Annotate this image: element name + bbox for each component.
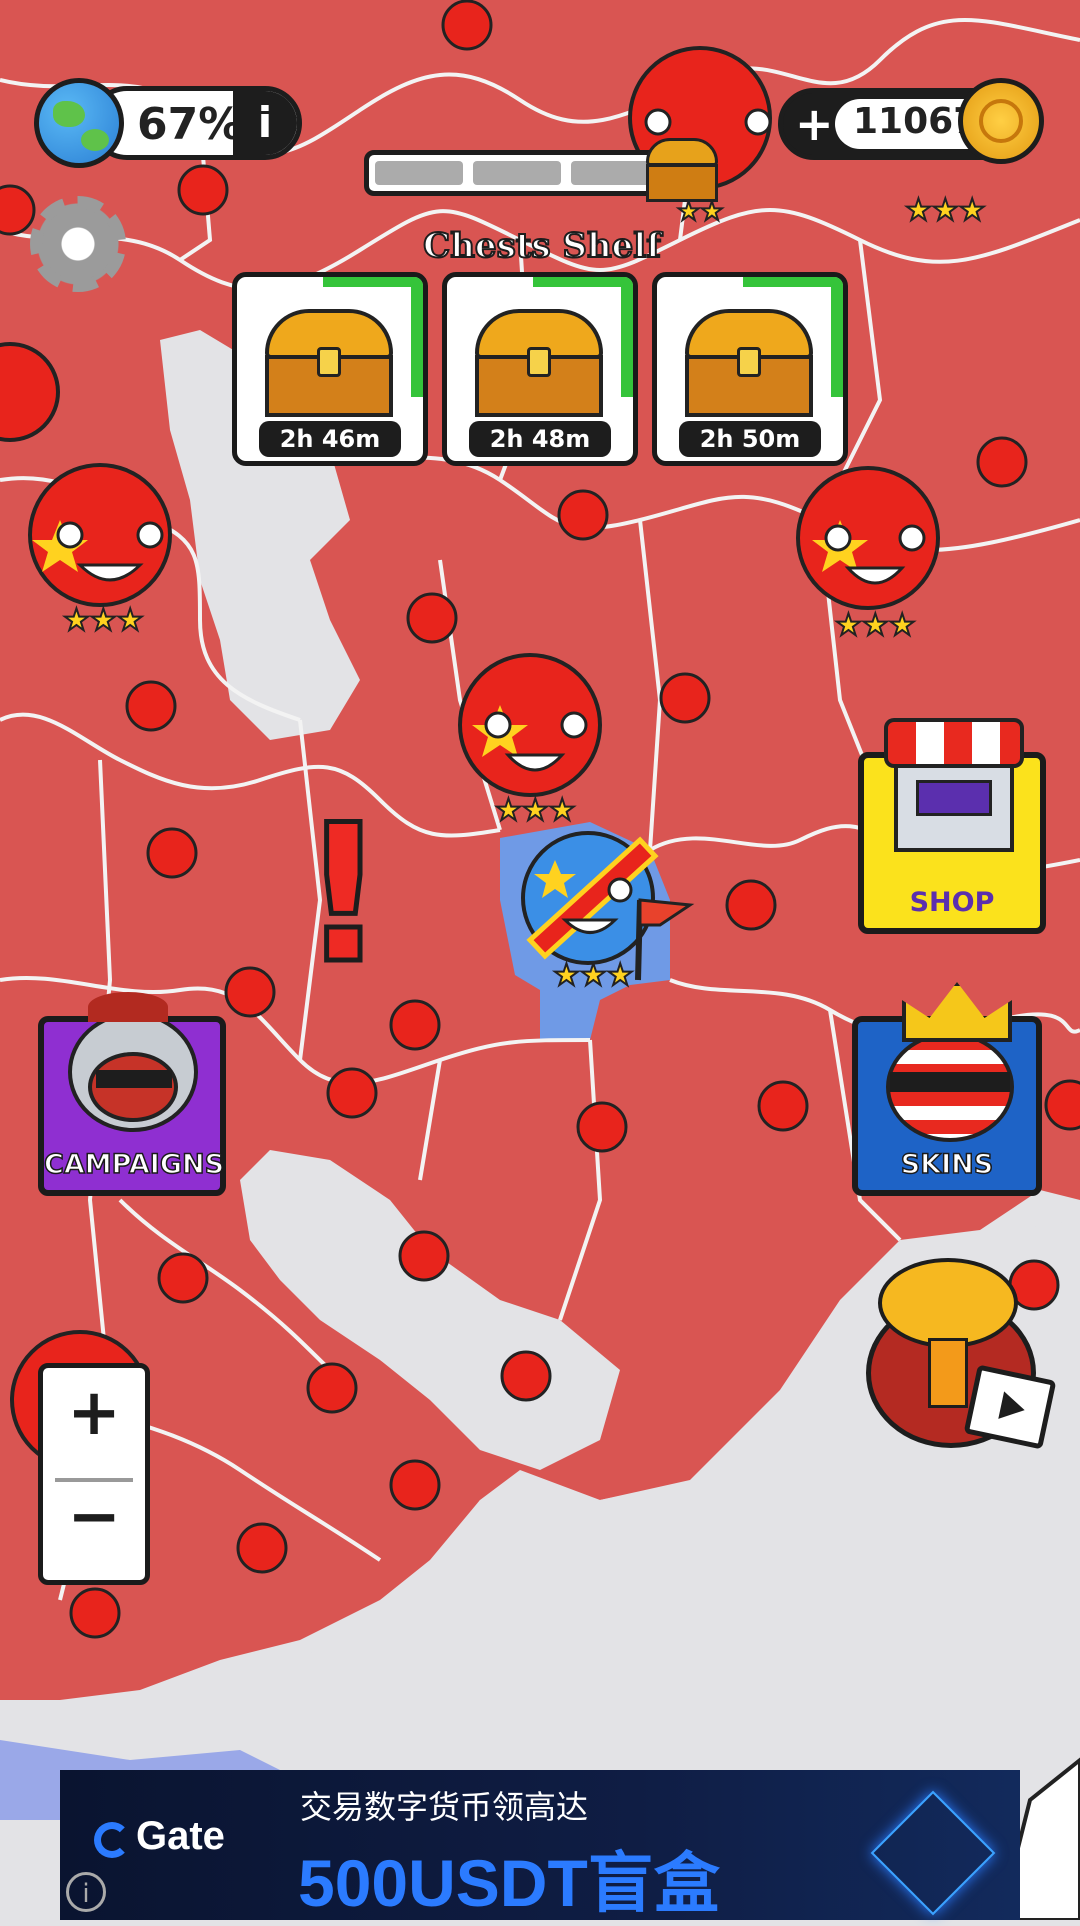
- china-ball-icon: [576, 1101, 628, 1153]
- china-ball-icon: [389, 1459, 441, 1511]
- shop-label: SHOP: [909, 887, 995, 918]
- settings-gear-icon[interactable]: [30, 196, 126, 292]
- warrior-helmet-icon: [58, 992, 208, 1142]
- crowned-usa-ball-icon: [872, 982, 1032, 1142]
- congo-ball-icon[interactable]: [521, 831, 659, 965]
- china-ball-icon: [389, 999, 441, 1051]
- zoom-control: + −: [38, 1363, 150, 1585]
- gate-logo: [94, 1822, 130, 1858]
- ad-info-icon[interactable]: i: [66, 1872, 106, 1912]
- info-icon[interactable]: i: [233, 91, 297, 155]
- ad-brand: Gate: [136, 1814, 225, 1858]
- exclamation-icon[interactable]: !: [298, 797, 390, 992]
- chest-timer: 2h 50m: [679, 421, 821, 457]
- china-ball-icon: [177, 164, 229, 216]
- svg-text:★★★: ★★★: [495, 793, 576, 828]
- china-ball-icon: [500, 1350, 552, 1402]
- china-ball-icon: [236, 1522, 288, 1574]
- ad-line1: 交易数字货币领高达: [300, 1788, 589, 1826]
- china-ball-icon: [146, 827, 198, 879]
- chest-timer: 2h 48m: [469, 421, 611, 457]
- crypto-cube-icon: [870, 1790, 996, 1916]
- campaigns-button[interactable]: CAMPAIGNS: [38, 992, 226, 1196]
- skins-label: SKINS: [900, 1148, 994, 1181]
- chest-icon: [646, 138, 718, 202]
- china-ball-icon: [125, 680, 177, 732]
- chest-timer: 2h 46m: [259, 421, 401, 457]
- china-ball-icon: [69, 1587, 121, 1639]
- china-ball-icon: [157, 1252, 209, 1304]
- china-ball-icon: [398, 1230, 450, 1282]
- chest-icon: [265, 309, 393, 417]
- ad-line2: 500USDT盲盒: [298, 1846, 720, 1920]
- china-ball-icon: [659, 672, 711, 724]
- chest-icon: [685, 309, 813, 417]
- world-percent-value: 67%: [137, 99, 243, 150]
- svg-text:★★★: ★★★: [835, 608, 916, 643]
- china-ball-icon: [458, 653, 602, 797]
- china-ball-icon: [326, 1067, 378, 1119]
- ad-banner[interactable]: Gate 交易数字货币领高达 500USDT盲盒: [60, 1770, 1020, 1920]
- shop-button[interactable]: SHOP: [858, 718, 1046, 934]
- skins-button[interactable]: SKINS: [852, 982, 1042, 1196]
- earth-icon: [34, 78, 124, 168]
- svg-text:★★★: ★★★: [905, 193, 986, 228]
- minus-icon[interactable]: −: [43, 1480, 145, 1554]
- china-ball-icon: [796, 466, 940, 610]
- coin-globe-icon: [958, 78, 1044, 164]
- china-ball-icon: [224, 966, 276, 1018]
- china-ball-icon: [725, 879, 777, 931]
- chest-slot-2[interactable]: 2h 48m: [442, 272, 638, 466]
- china-ball-icon: [441, 0, 493, 51]
- china-ball-icon: [28, 463, 172, 607]
- chest-slot-3[interactable]: 2h 50m: [652, 272, 848, 466]
- chest-slot-1[interactable]: 2h 46m: [232, 272, 428, 466]
- plus-icon[interactable]: +: [43, 1376, 145, 1450]
- china-ball-icon: [1044, 1079, 1080, 1131]
- chest-icon: [475, 309, 603, 417]
- shop-stall-icon: [884, 718, 1024, 858]
- svg-text:★★★: ★★★: [63, 603, 144, 638]
- add-coins-button[interactable]: +: [795, 93, 834, 155]
- china-ball-icon: [0, 184, 36, 236]
- china-ball-icon: [557, 489, 609, 541]
- china-ball-icon: [306, 1362, 358, 1414]
- campaigns-label: CAMPAIGNS: [43, 1148, 225, 1181]
- china-ball-icon: [406, 592, 458, 644]
- chests-shelf-title: Chests Shelf: [422, 225, 662, 267]
- china-ball-icon: [976, 436, 1028, 488]
- china-ball-icon: [757, 1080, 809, 1132]
- chest-progress-bar: [364, 150, 664, 196]
